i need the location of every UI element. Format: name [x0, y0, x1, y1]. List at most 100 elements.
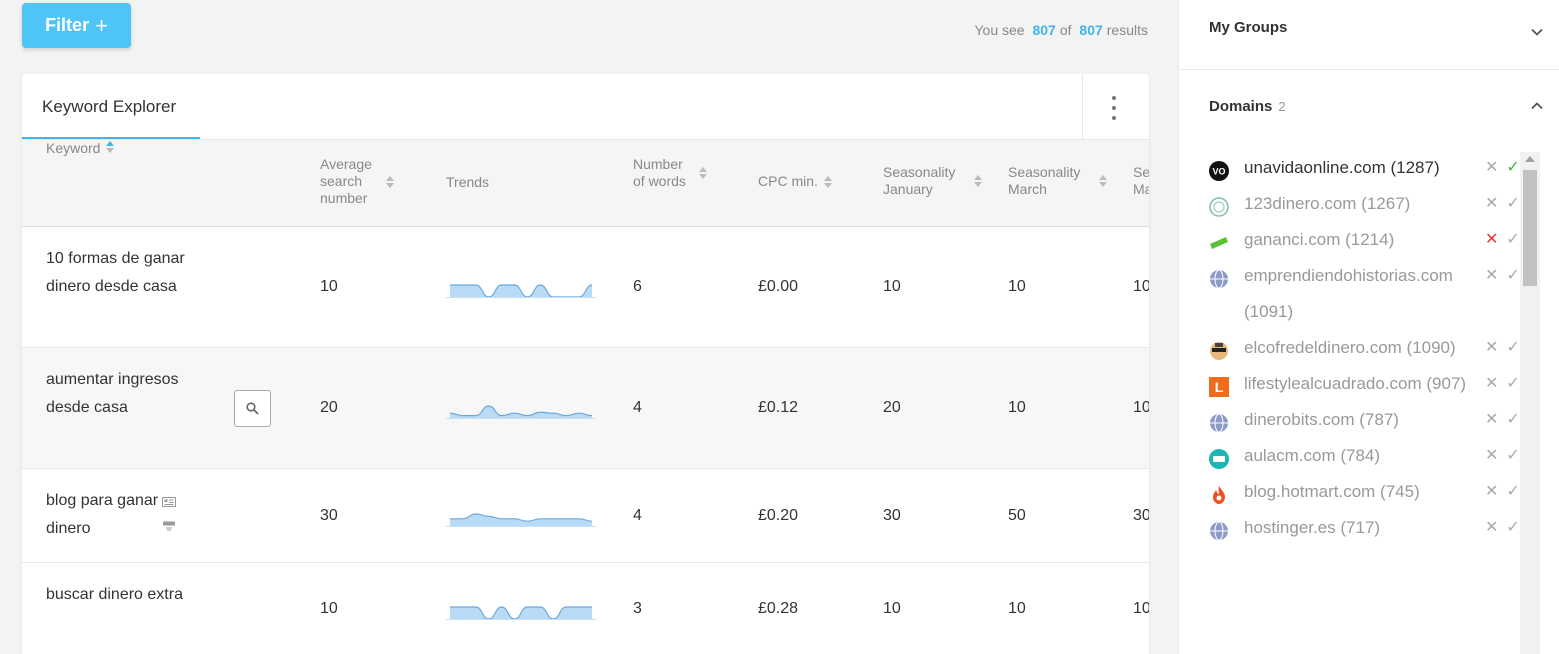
column-header-season-jan[interactable]: Seasonality January [883, 164, 982, 198]
sort-icon[interactable] [1099, 175, 1107, 187]
column-header-season-next[interactable]: Se Ma [1133, 164, 1149, 198]
keyword-cell[interactable]: buscar dinero extra [46, 581, 186, 609]
domain-item[interactable]: gananci.com (1214) ✕ ✓ [1209, 222, 1520, 258]
domain-item[interactable]: VO unavidaonline.com (1287) ✕ ✓ [1209, 150, 1520, 186]
domain-name: 123dinero.com (1267) [1244, 194, 1411, 213]
column-header-trends: Trends [446, 174, 490, 190]
domain-item[interactable]: 123dinero.com (1267) ✕ ✓ [1209, 186, 1520, 222]
table-row[interactable]: blog para ganar dinero 30 4 £0.20 30 50 … [22, 469, 1149, 563]
exclude-domain-icon[interactable]: ✕ [1485, 186, 1498, 222]
avg-search-cell: 20 [320, 399, 338, 416]
season-jan-cell: 30 [883, 507, 901, 524]
keyword-cell[interactable]: aumentar ingresos desde casa [46, 366, 186, 422]
tab-keyword-explorer[interactable]: Keyword Explorer [42, 97, 176, 117]
exclude-domain-icon[interactable]: ✕ [1485, 222, 1498, 258]
exclude-domain-icon[interactable]: ✕ [1485, 510, 1498, 546]
include-domain-icon[interactable]: ✓ [1506, 438, 1519, 474]
include-domain-icon[interactable]: ✓ [1506, 258, 1519, 294]
filter-button[interactable]: Filter + [22, 3, 131, 48]
num-words-cell: 4 [633, 507, 642, 524]
include-domain-icon[interactable]: ✓ [1506, 186, 1519, 222]
sort-icon[interactable] [823, 175, 832, 188]
keyword-cell[interactable]: 10 formas de ganar dinero desde casa [46, 245, 186, 301]
column-header-season-mar[interactable]: Seasonality March [1008, 164, 1107, 198]
domain-name: dinerobits.com (787) [1244, 410, 1399, 429]
table-row[interactable]: aumentar ingresos desde casa 20 4 £0.12 … [22, 348, 1149, 469]
trend-sparkline [446, 513, 596, 527]
chevron-down-icon[interactable] [1531, 26, 1543, 38]
vo-logo-icon: VO [1209, 158, 1229, 181]
table-row[interactable]: 10 formas de ganar dinero desde casa 10 … [22, 227, 1149, 348]
chevron-up-icon[interactable] [1531, 100, 1543, 112]
aula-logo-icon [1209, 446, 1229, 469]
bandit-icon [1209, 338, 1229, 360]
domains-header[interactable]: Domains 2 [1209, 98, 1286, 115]
scrollbar-thumb[interactable] [1523, 170, 1537, 286]
svg-text:VO: VO [1212, 167, 1225, 177]
trend-sparkline [446, 405, 596, 419]
column-header-cpc-min[interactable]: CPC min. [758, 173, 832, 190]
exclude-domain-icon[interactable]: ✕ [1485, 150, 1498, 186]
include-domain-icon[interactable]: ✓ [1506, 366, 1519, 402]
flame-icon [1209, 482, 1229, 504]
domain-item[interactable]: elcofredeldinero.com (1090) ✕ ✓ [1209, 330, 1520, 366]
domain-list-scrollbar[interactable] [1520, 152, 1540, 654]
sort-icon[interactable] [974, 175, 982, 187]
season-mar-cell: 10 [1008, 399, 1026, 416]
include-domain-icon[interactable]: ✓ [1506, 222, 1519, 258]
include-domain-icon[interactable]: ✓ [1506, 330, 1519, 366]
column-header-avg-search[interactable]: Average search number [320, 156, 394, 207]
results-count: You see 807 of 807 results [974, 22, 1148, 38]
globe-icon [1209, 266, 1229, 289]
domain-item[interactable]: dinerobits.com (787) ✕ ✓ [1209, 402, 1520, 438]
my-groups-header[interactable]: My Groups [1209, 19, 1287, 36]
sort-icon[interactable] [106, 141, 115, 153]
search-keyword-button[interactable] [234, 390, 271, 427]
serp-features-icon [162, 497, 176, 507]
include-domain-icon[interactable]: ✓ [1506, 402, 1519, 438]
domain-item[interactable]: hostinger.es (717) ✕ ✓ [1209, 510, 1520, 546]
season-mar-cell: 10 [1008, 600, 1026, 617]
season-jan-cell: 10 [883, 278, 901, 295]
domain-item[interactable]: Llifestylealcuadrado.com (907) ✕ ✓ [1209, 366, 1520, 402]
season-mar-cell: 50 [1008, 507, 1026, 524]
trend-sparkline [446, 606, 596, 620]
results-total: 807 [1079, 22, 1103, 38]
right-sidebar: My Groups Domains 2 VO unavidaonline.com (… [1178, 0, 1559, 654]
include-domain-icon[interactable]: ✓ [1506, 474, 1519, 510]
exclude-domain-icon[interactable]: ✕ [1485, 258, 1498, 294]
sort-icon[interactable] [386, 175, 394, 188]
ads-icon [163, 521, 175, 531]
table-row[interactable]: buscar dinero extra 10 3 £0.28 10 10 10 [22, 563, 1149, 654]
include-domain-icon[interactable]: ✓ [1506, 150, 1519, 186]
cpc-cell: £0.20 [758, 507, 799, 524]
exclude-domain-icon[interactable]: ✕ [1485, 474, 1498, 510]
cpc-cell: £0.12 [758, 399, 799, 416]
domain-name: hostinger.es (717) [1244, 518, 1381, 537]
keyword-table-card: Keyword Explorer Keyword Average search … [22, 74, 1149, 654]
domain-item[interactable]: blog.hotmart.com (745) ✕ ✓ [1209, 474, 1520, 510]
exclude-domain-icon[interactable]: ✕ [1485, 366, 1498, 402]
column-header-keyword[interactable]: Keyword [46, 140, 115, 157]
cpc-cell: £0.00 [758, 278, 799, 295]
exclude-domain-icon[interactable]: ✕ [1485, 438, 1498, 474]
domain-name: blog.hotmart.com (745) [1244, 482, 1420, 501]
column-header-num-words[interactable]: Number of words [633, 156, 707, 190]
table-header: Keyword Average search number Trends Num… [22, 140, 1149, 227]
include-domain-icon[interactable]: ✓ [1506, 510, 1519, 546]
exclude-domain-icon[interactable]: ✕ [1485, 402, 1498, 438]
divider [1082, 74, 1083, 140]
more-options-icon[interactable] [1108, 96, 1120, 120]
avg-search-cell: 10 [320, 278, 338, 295]
domain-item[interactable]: aulacm.com (784) ✕ ✓ [1209, 438, 1520, 474]
globe-icon [1209, 410, 1229, 433]
cpc-cell: £0.28 [758, 600, 799, 617]
sort-icon[interactable] [699, 167, 707, 179]
domain-item[interactable]: emprendiendohistorias.com (1091) ✕ ✓ [1209, 258, 1520, 330]
scroll-up-arrow-icon[interactable] [1525, 156, 1535, 162]
exclude-domain-icon[interactable]: ✕ [1485, 330, 1498, 366]
domain-name: unavidaonline.com (1287) [1244, 158, 1440, 177]
keyword-cell[interactable]: blog para ganar dinero [46, 487, 166, 543]
avg-search-cell: 10 [320, 600, 338, 617]
results-shown: 807 [1032, 22, 1056, 38]
